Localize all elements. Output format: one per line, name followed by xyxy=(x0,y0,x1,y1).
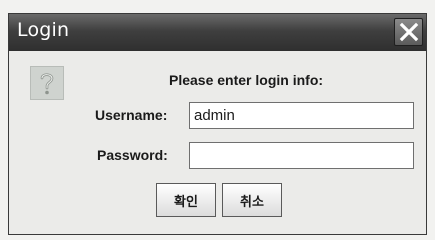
ok-button[interactable]: 확인 xyxy=(156,183,216,217)
question-icon xyxy=(30,66,64,100)
login-prompt: Please enter login info: xyxy=(169,72,324,88)
password-field[interactable] xyxy=(189,142,414,169)
login-dialog: Login Please enter login info: Username:… xyxy=(8,13,427,235)
dialog-title: Login xyxy=(17,19,70,41)
close-icon xyxy=(399,22,419,42)
username-label: Username: xyxy=(95,107,168,123)
title-bar[interactable]: Login xyxy=(9,14,426,51)
password-label: Password: xyxy=(97,147,168,163)
cancel-button[interactable]: 취소 xyxy=(222,183,282,217)
username-field[interactable] xyxy=(189,102,414,129)
dialog-body: Please enter login info: Username: Passw… xyxy=(9,51,426,234)
close-button[interactable] xyxy=(394,18,423,46)
